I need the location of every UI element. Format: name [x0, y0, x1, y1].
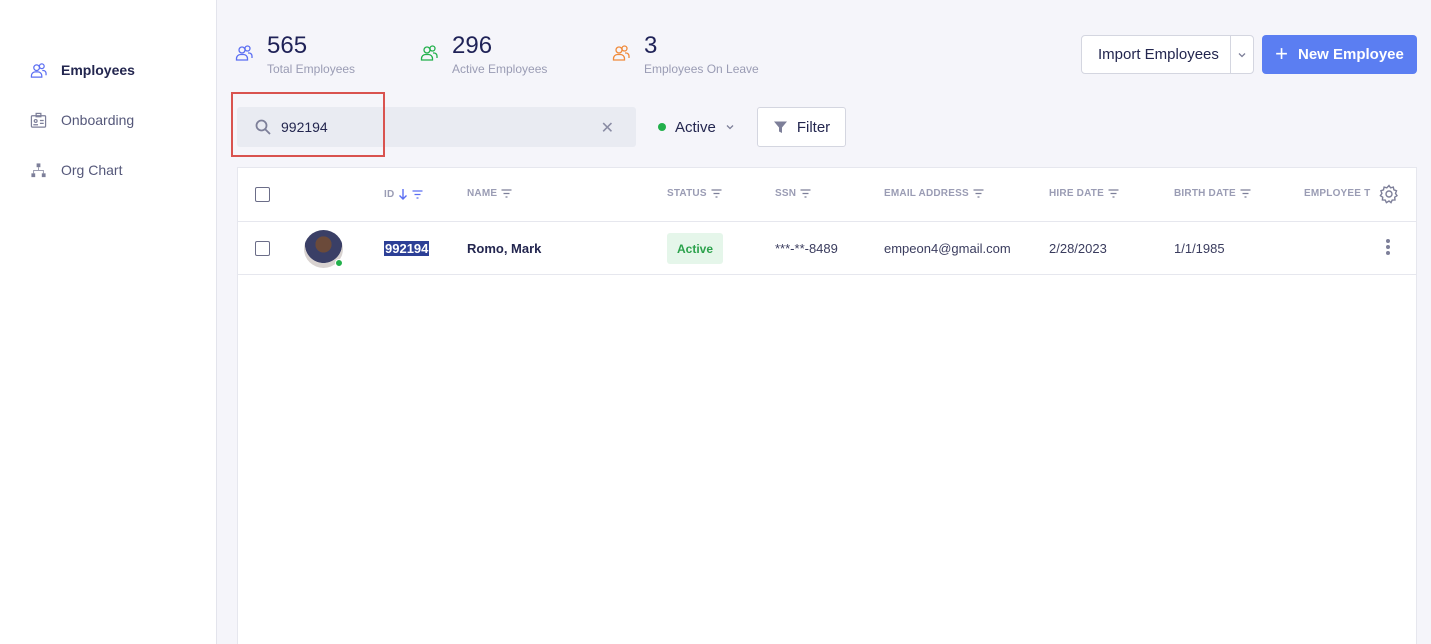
online-status-dot [335, 259, 343, 267]
gear-icon[interactable] [1379, 184, 1399, 204]
filter-lines-icon[interactable] [412, 189, 423, 199]
cell-id[interactable]: 992194 [384, 241, 430, 256]
filter-button[interactable]: Filter [757, 107, 846, 147]
users-icon [420, 45, 438, 61]
cell-email: empeon4@gmail.com [884, 241, 1011, 256]
filter-label: Filter [796, 118, 831, 136]
column-header-ssn[interactable]: SSN [775, 188, 811, 199]
stat-label: Total Employees [267, 62, 356, 76]
cell-birth-date: 1/1/1985 [1174, 241, 1225, 256]
stat-total-employees: 565 Total Employees [235, 33, 355, 76]
cell-ssn: ***-**-8489 [775, 241, 838, 256]
sidebar-item-onboarding[interactable]: Onboarding [30, 108, 134, 132]
cell-name[interactable]: Romo, Mark [467, 241, 541, 256]
new-employee-button[interactable]: + New Employee [1262, 35, 1417, 74]
sidebar-item-label: Employees [61, 62, 135, 78]
org-chart-icon [31, 162, 46, 177]
column-header-hire-date[interactable]: HIRE DATE [1049, 188, 1119, 199]
users-icon [235, 45, 253, 61]
filter-lines-icon[interactable] [1240, 189, 1251, 198]
funnel-icon [773, 121, 787, 133]
row-checkbox[interactable] [255, 241, 270, 256]
sidebar-item-employees[interactable]: Employees [30, 58, 135, 82]
filter-lines-icon[interactable] [501, 189, 512, 198]
column-header-birth-date[interactable]: BIRTH DATE [1174, 188, 1251, 199]
status-dropdown[interactable]: Active [658, 107, 735, 147]
sidebar: Employees Onboarding Org Chart [0, 0, 217, 644]
import-employees-label: Import Employees [1098, 46, 1219, 63]
search-input[interactable] [281, 119, 581, 135]
filter-lines-icon[interactable] [973, 189, 984, 198]
column-header-employee-type[interactable]: EMPLOYEE T [1304, 188, 1370, 199]
table-header: ID NAME STATUS SSN EMAIL ADDRESS HIRE DA… [238, 168, 1416, 222]
column-header-id[interactable]: ID [384, 188, 423, 200]
id-card-icon [30, 112, 47, 128]
chevron-down-icon[interactable] [1230, 36, 1253, 73]
search-icon [255, 119, 271, 135]
stat-active-employees: 296 Active Employees [420, 33, 547, 76]
close-icon[interactable]: ✕ [601, 118, 614, 138]
column-header-email[interactable]: EMAIL ADDRESS [884, 188, 984, 199]
employees-table: ID NAME STATUS SSN EMAIL ADDRESS HIRE DA… [237, 167, 1417, 644]
sort-down-icon [399, 189, 408, 200]
sidebar-item-label: Onboarding [61, 112, 135, 128]
status-dropdown-label: Active [675, 118, 716, 136]
column-header-name[interactable]: NAME [467, 188, 512, 199]
filter-lines-icon[interactable] [711, 189, 722, 198]
select-all-checkbox[interactable] [255, 187, 270, 202]
more-options-icon[interactable] [1386, 239, 1390, 257]
status-badge: Active [667, 233, 723, 264]
stat-value: 296 [452, 32, 493, 59]
stat-employees-on-leave: 3 Employees On Leave [612, 33, 759, 76]
cell-hire-date: 2/28/2023 [1049, 241, 1107, 256]
sidebar-item-label: Org Chart [61, 162, 123, 178]
stat-value: 565 [267, 32, 308, 59]
plus-icon: + [1275, 40, 1288, 66]
stat-label: Employees On Leave [644, 62, 759, 76]
users-icon [612, 45, 630, 61]
chevron-down-icon [726, 125, 734, 130]
stat-value: 3 [644, 32, 658, 59]
new-employee-label: New Employee [1297, 46, 1404, 63]
filter-lines-icon[interactable] [800, 189, 811, 198]
table-row[interactable]: 992194 Romo, Mark Active ***-**-8489 emp… [238, 222, 1416, 275]
stat-label: Active Employees [452, 62, 548, 76]
search-box: ✕ [237, 107, 636, 147]
import-employees-button[interactable]: Import Employees [1081, 35, 1254, 74]
status-dot [658, 123, 666, 131]
filter-lines-icon[interactable] [1108, 189, 1119, 198]
sidebar-item-org-chart[interactable]: Org Chart [30, 158, 122, 182]
column-header-status[interactable]: STATUS [667, 188, 722, 199]
users-icon [30, 62, 47, 78]
